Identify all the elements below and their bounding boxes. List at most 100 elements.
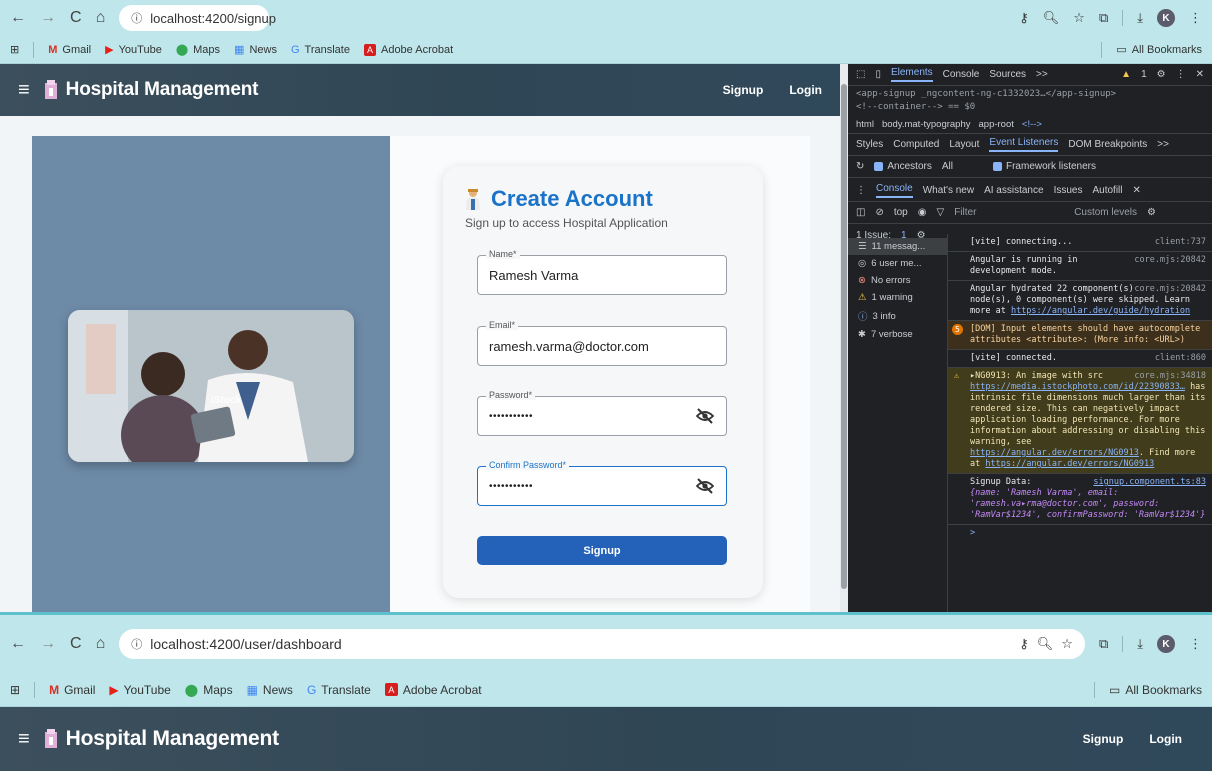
all-select[interactable]: All <box>942 161 953 172</box>
tab-more-panels[interactable]: >> <box>1157 139 1169 150</box>
warning-icon[interactable]: ▲ <box>1121 69 1131 80</box>
back-icon[interactable]: ← <box>10 9 26 27</box>
password-field[interactable]: Password* ••••••••••• <box>477 390 727 436</box>
bookmark-news[interactable]: ▦ News <box>234 43 277 57</box>
bookmark-translate[interactable]: G Translate <box>291 44 350 56</box>
console-message[interactable]: Angular hydrated 22 component(s) and 277… <box>948 281 1212 321</box>
console-message[interactable]: [vite] connecting... client:737 <box>948 234 1212 252</box>
email-field[interactable]: Email* ramesh.varma@doctor.com <box>477 320 727 366</box>
console-message[interactable]: [vite] connected. client:860 <box>948 350 1212 368</box>
sidebar-info[interactable]: ⓘ 3 info <box>848 306 947 326</box>
drawer-tab-issues[interactable]: Issues <box>1054 185 1083 196</box>
sidebar-warnings[interactable]: ⚠ 1 warning <box>848 289 947 306</box>
tab-sources[interactable]: Sources <box>989 69 1026 80</box>
sidebar-toggle-icon[interactable]: ◫ <box>856 207 865 218</box>
extensions-icon[interactable]: ⧉ <box>1099 10 1108 26</box>
top-address-bar[interactable]: ⓘ localhost:4200/signup <box>119 5 276 31</box>
bookmark-maps[interactable]: ⬤ Maps <box>185 683 233 697</box>
inspect-element-icon[interactable]: ⬚ <box>856 69 865 80</box>
profile-avatar[interactable]: K <box>1157 9 1175 27</box>
filter-input[interactable]: Filter <box>954 207 1064 218</box>
bookmark-gmail[interactable]: M Gmail <box>49 683 95 697</box>
all-bookmarks[interactable]: ▭ All Bookmarks <box>1109 683 1202 697</box>
reload-icon[interactable]: C <box>70 635 82 653</box>
confirm-password-field[interactable]: Confirm Password* ••••••••••• <box>477 460 727 506</box>
levels-select[interactable]: Custom levels <box>1074 207 1137 218</box>
tab-elements[interactable]: Elements <box>890 67 933 82</box>
console-message-signup-data[interactable]: Signup Data: signup.component.ts:83 {name:… <box>948 474 1212 525</box>
home-icon[interactable]: ⌂ <box>96 635 106 653</box>
forward-icon[interactable]: → <box>40 635 56 653</box>
eye-icon[interactable]: ◉ <box>918 207 927 218</box>
bookmark-translate[interactable]: G Translate <box>307 683 371 697</box>
drawer-tab-autofill[interactable]: Autofill <box>1092 185 1122 196</box>
download-icon[interactable]: ⤓ <box>1137 10 1143 26</box>
kebab-menu-icon[interactable]: ⋮ <box>1189 10 1202 26</box>
device-toggle-icon[interactable]: ▯ <box>875 69 881 80</box>
bookmark-news[interactable]: ▦ News <box>247 683 293 697</box>
scrollbar-thumb[interactable] <box>841 84 847 589</box>
forward-icon[interactable]: → <box>40 9 56 27</box>
signup-submit-button[interactable]: Signup <box>477 536 727 565</box>
ancestors-checkbox[interactable] <box>874 162 884 171</box>
star-icon[interactable]: ☆ <box>1061 636 1073 652</box>
issue-badge[interactable]: 1 <box>1141 69 1147 80</box>
crumb-html[interactable]: html <box>856 119 874 130</box>
bookmark-adobe-acrobat[interactable]: A Adobe Acrobat <box>363 43 453 56</box>
visibility-off-icon[interactable] <box>696 408 714 424</box>
tab-styles[interactable]: Styles <box>856 139 883 150</box>
tab-dom-breakpoints[interactable]: DOM Breakpoints <box>1068 139 1147 150</box>
page-scrollbar[interactable] <box>840 64 848 612</box>
console-settings-icon[interactable]: ⚙ <box>1147 207 1156 218</box>
back-icon[interactable]: ← <box>10 635 26 653</box>
crumb-app-root[interactable]: app-root <box>979 119 1014 130</box>
extensions-icon[interactable]: ⧉ <box>1099 636 1108 652</box>
sidebar-errors[interactable]: ⊗ No errors <box>848 272 947 289</box>
tab-computed[interactable]: Computed <box>893 139 939 150</box>
nav-signup-link[interactable]: Signup <box>723 83 764 97</box>
apps-grid-icon[interactable]: ⊞ <box>10 43 19 56</box>
visibility-off-icon[interactable] <box>696 478 714 494</box>
reload-icon[interactable]: C <box>70 9 82 27</box>
console-message-dom[interactable]: 5 [DOM] Input elements should have autoco… <box>948 321 1212 350</box>
bookmark-maps[interactable]: ⬤ Maps <box>176 43 220 57</box>
framework-checkbox[interactable] <box>992 162 1002 171</box>
nav-login-link[interactable]: Login <box>789 83 822 97</box>
bookmark-adobe-acrobat[interactable]: A Adobe Acrobat <box>384 683 482 697</box>
tab-event-listeners[interactable]: Event Listeners <box>989 137 1059 152</box>
bookmark-youtube[interactable]: ▶ YouTube <box>109 683 170 697</box>
tab-more[interactable]: >> <box>1036 69 1048 80</box>
crumb-body[interactable]: body.mat-typography <box>882 119 971 130</box>
crumb-comment[interactable]: <!--> <box>1022 119 1042 130</box>
profile-avatar[interactable]: K <box>1157 635 1175 653</box>
sidebar-user-messages[interactable]: ◎ 6 user me... <box>848 255 947 272</box>
nav-login-link[interactable]: Login <box>1149 732 1182 746</box>
all-bookmarks[interactable]: ▭ All Bookmarks <box>1116 43 1202 57</box>
star-icon[interactable]: ☆ <box>1073 10 1085 26</box>
close-devtools-icon[interactable]: ✕ <box>1196 69 1204 80</box>
bottom-address-bar[interactable]: ⓘ localhost:4200/user/dashboard ⚷ 🔍︎ ☆ <box>119 629 1085 659</box>
sidebar-verbose[interactable]: ✱ 7 verbose <box>848 326 947 343</box>
hamburger-menu-icon[interactable]: ≡ <box>18 79 30 102</box>
drawer-menu-icon[interactable]: ⋮ <box>856 185 866 196</box>
sidebar-messages[interactable]: ☰ 11 messag... <box>848 238 947 255</box>
key-icon[interactable]: ⚷ <box>1019 636 1029 652</box>
tab-console[interactable]: Console <box>943 69 980 80</box>
home-icon[interactable]: ⌂ <box>96 9 106 27</box>
console-warning-ng0913[interactable]: ⚠ ▸NG0913: An image with src core.mjs:3481… <box>948 368 1212 474</box>
site-info-icon[interactable]: ⓘ <box>131 10 142 26</box>
refresh-icon[interactable]: ↻ <box>856 161 864 172</box>
devtools-menu-icon[interactable]: ⋮ <box>1176 69 1186 80</box>
dom-line-1[interactable]: <app-signup _ngcontent-ng-c1332023…</app… <box>856 88 1204 101</box>
drawer-tab-ai-assistance[interactable]: AI assistance <box>984 185 1043 196</box>
bookmark-gmail[interactable]: M Gmail <box>48 44 91 56</box>
console-message[interactable]: Angular is running in development mode. c… <box>948 252 1212 281</box>
tab-layout[interactable]: Layout <box>949 139 979 150</box>
zoom-icon[interactable]: 🔍︎ <box>1037 636 1054 652</box>
close-drawer-icon[interactable]: ✕ <box>1132 185 1140 196</box>
key-icon[interactable]: ⚷ <box>1019 10 1029 26</box>
console-prompt[interactable]: > <box>948 525 1212 542</box>
hamburger-menu-icon[interactable]: ≡ <box>18 728 30 751</box>
download-icon[interactable]: ⤓ <box>1137 636 1143 652</box>
name-field[interactable]: Name* Ramesh Varma <box>477 249 727 295</box>
